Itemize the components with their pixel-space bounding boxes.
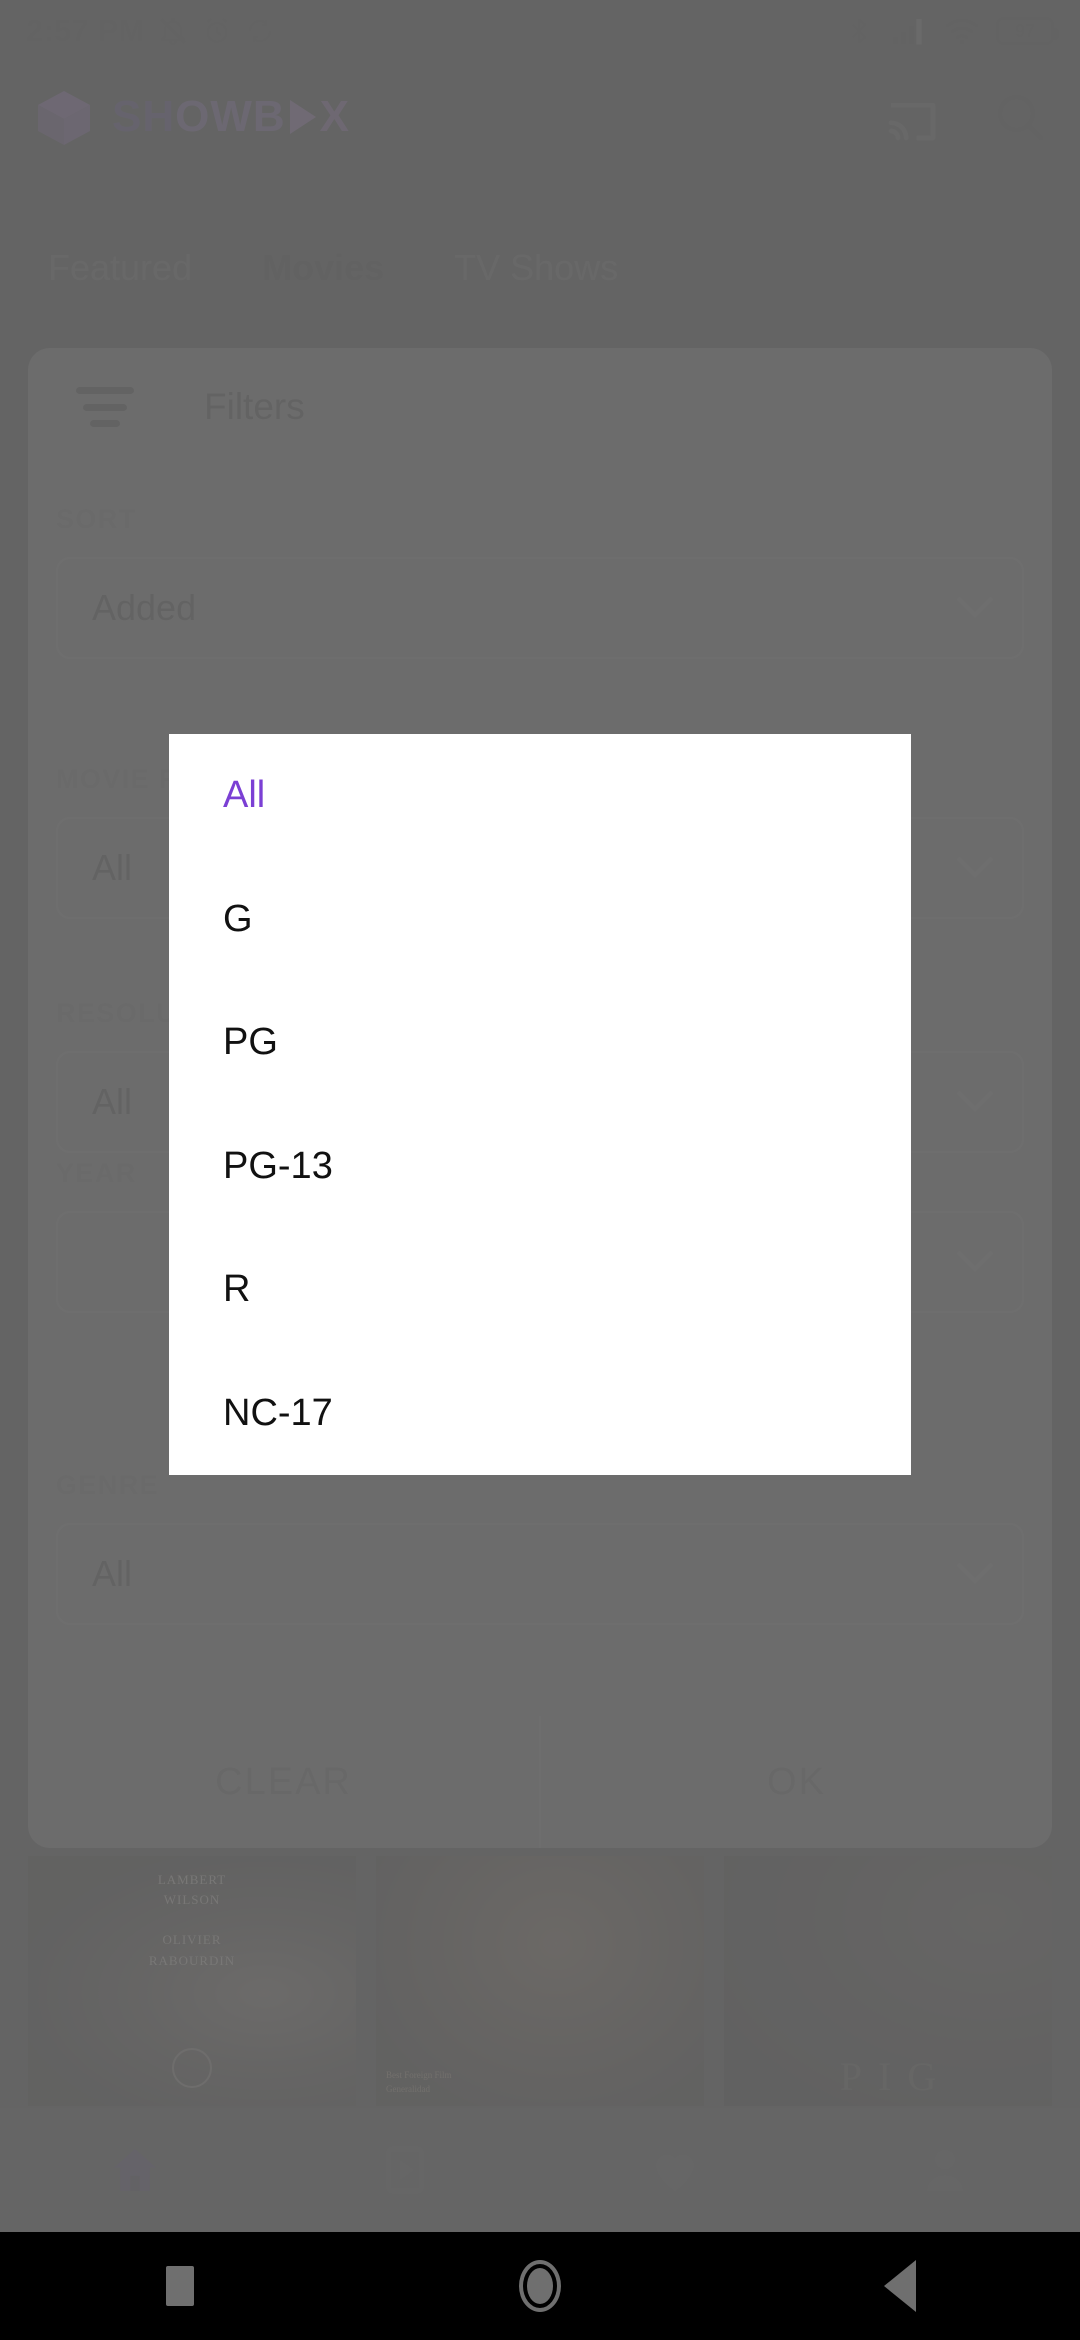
movie-rating-dialog: All G PG PG-13 R NC-17 [169, 734, 911, 1475]
rating-option-pg[interactable]: PG [169, 981, 911, 1105]
recents-square-icon [166, 2266, 194, 2306]
phone-screen: 2:57 PM [0, 0, 1080, 2340]
rating-option-nc17[interactable]: NC-17 [169, 1352, 911, 1476]
rating-option-r[interactable]: R [169, 1228, 911, 1352]
home-circle-icon [519, 2260, 561, 2312]
android-system-nav [0, 2232, 1080, 2340]
sysnav-back[interactable] [720, 2260, 1080, 2312]
sysnav-recents[interactable] [0, 2266, 360, 2306]
sysnav-home[interactable] [360, 2260, 720, 2312]
rating-option-pg13[interactable]: PG-13 [169, 1105, 911, 1229]
back-triangle-icon [884, 2260, 916, 2312]
rating-option-all[interactable]: All [169, 734, 911, 858]
rating-option-g[interactable]: G [169, 858, 911, 982]
